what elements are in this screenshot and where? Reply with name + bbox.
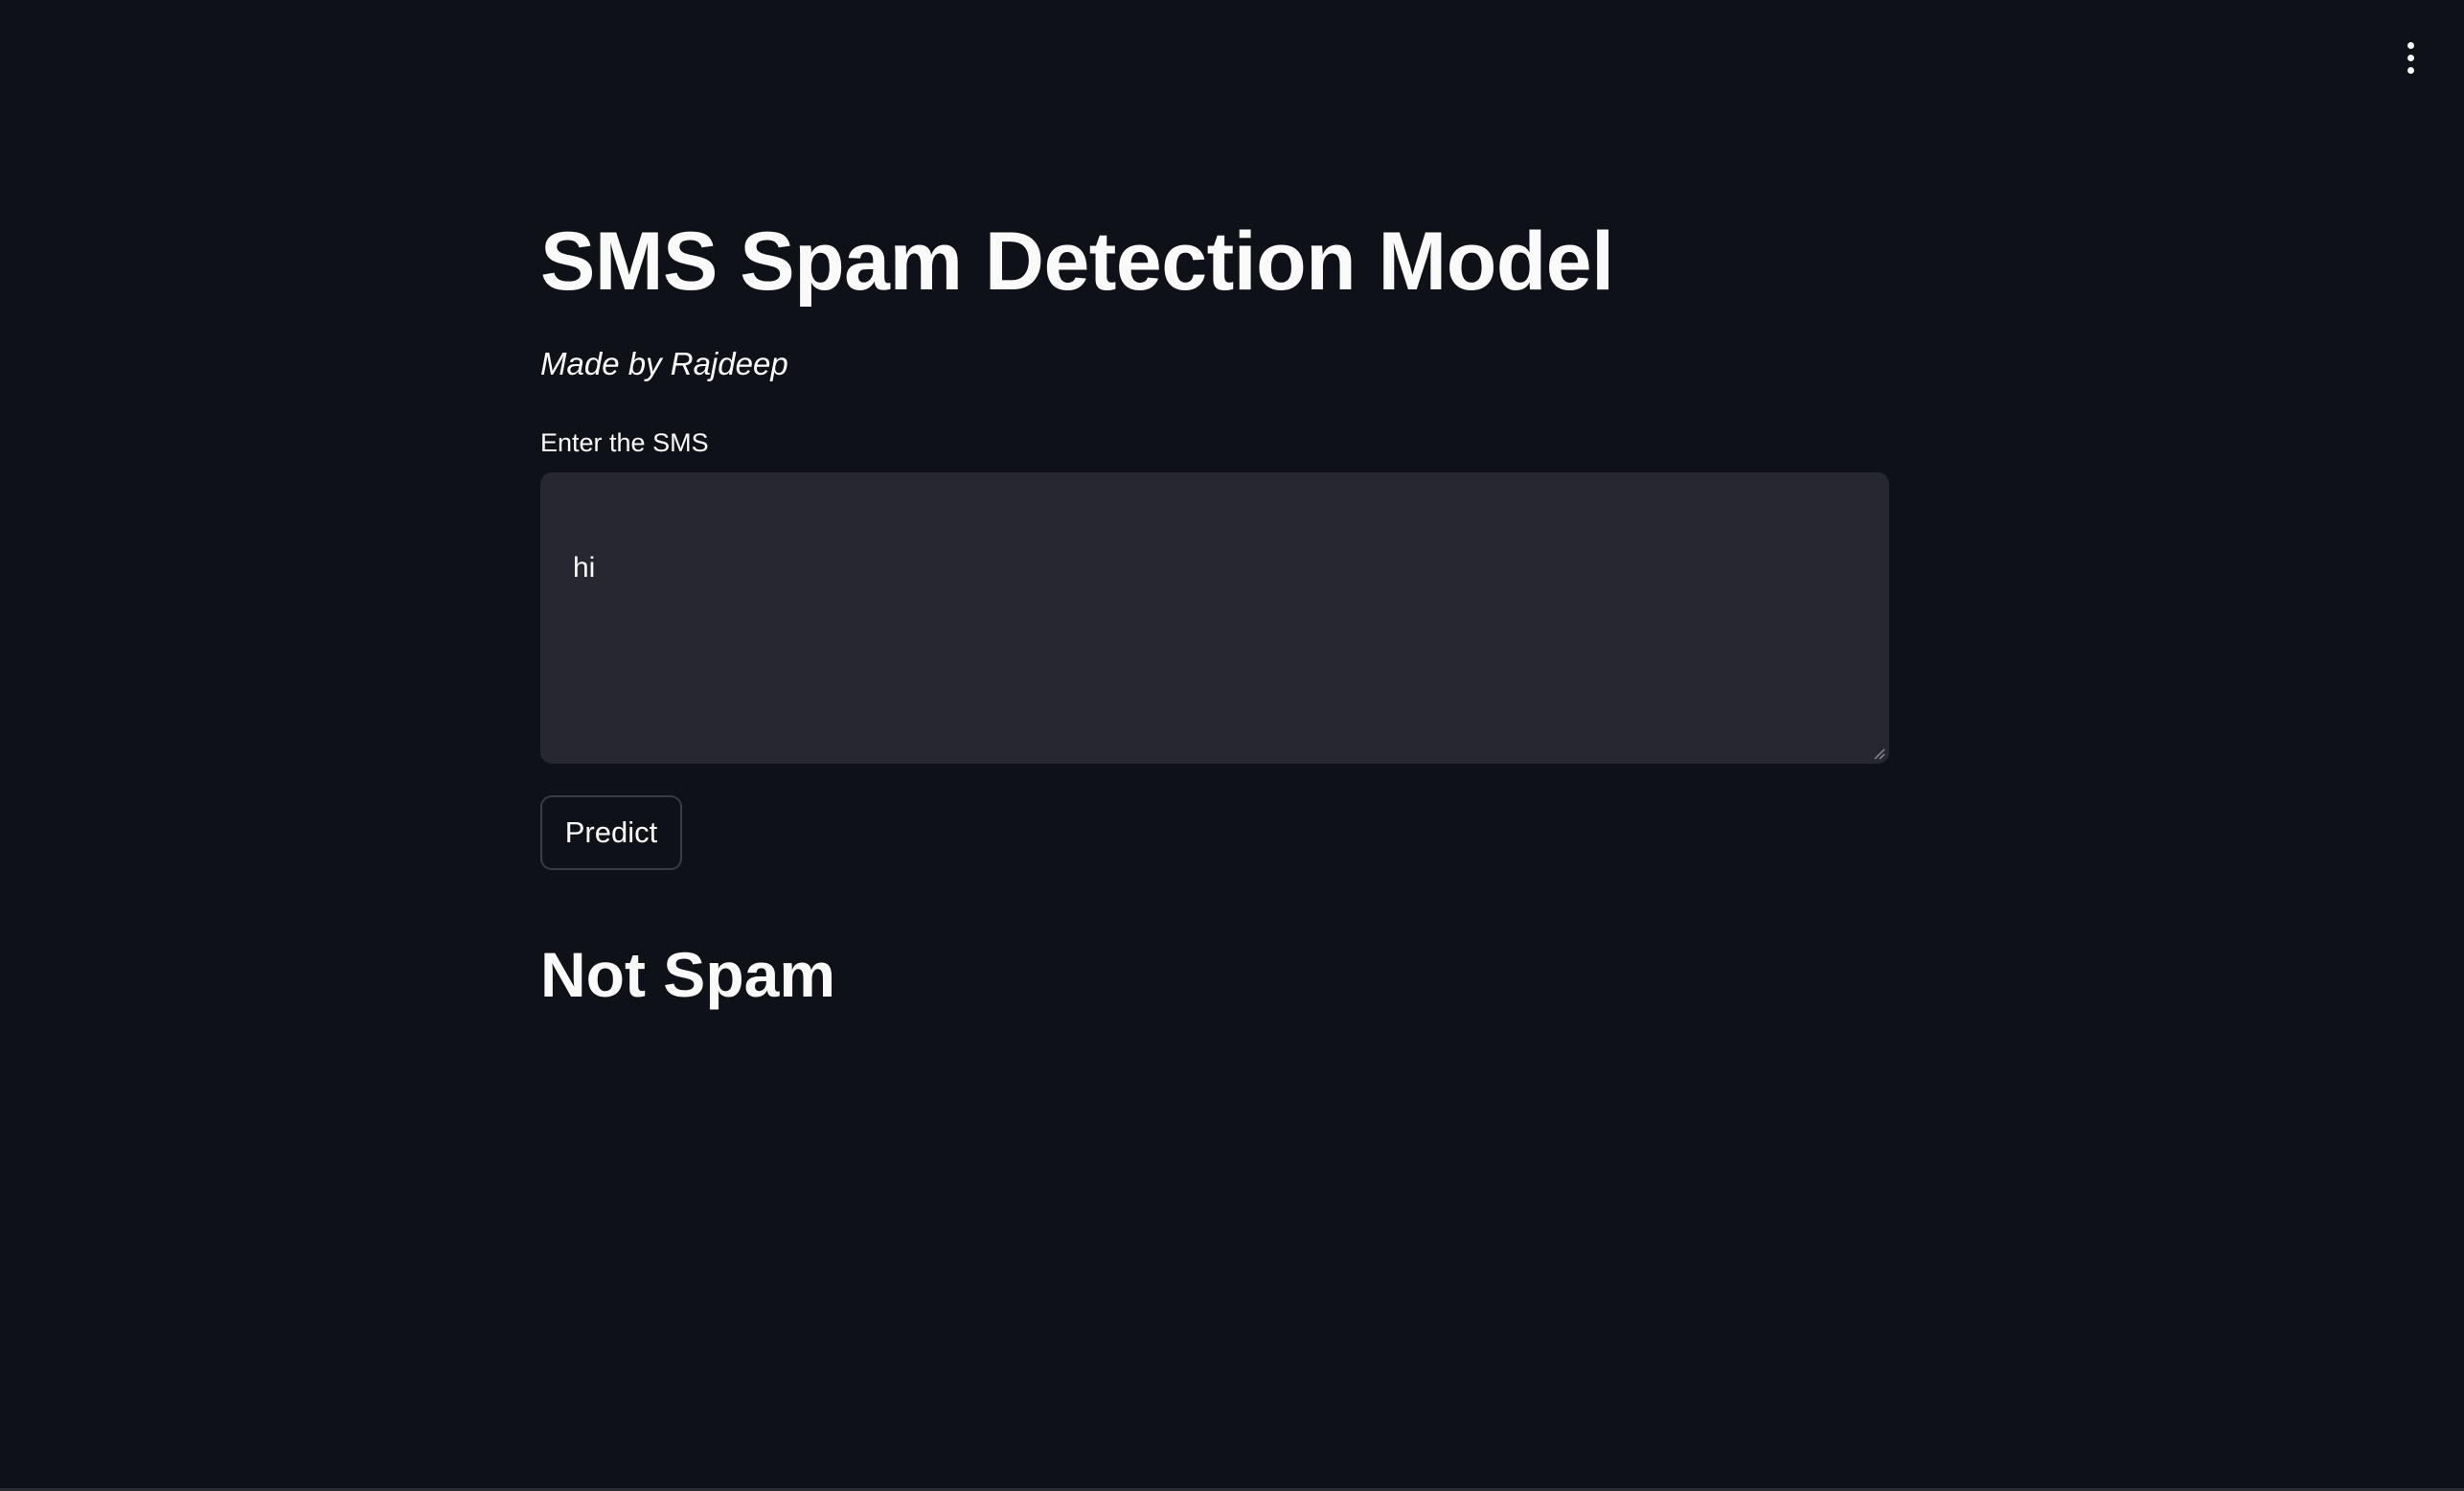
main-menu-button[interactable] (2384, 34, 2437, 80)
resize-handle-icon[interactable] (1872, 746, 1885, 760)
app-page: SMS Spam Detection Model Made by Rajdeep… (0, 0, 2464, 1491)
vertical-ellipsis-icon-dot (2407, 66, 2414, 74)
sms-input-label: Enter the SMS (540, 428, 709, 457)
page-title: SMS Spam Detection Model (540, 216, 1614, 308)
prediction-result: Not Spam (540, 939, 836, 1010)
sms-textarea-container[interactable]: hi (540, 472, 1889, 764)
author-subtitle: Made by Rajdeep (540, 346, 788, 381)
vertical-ellipsis-icon (2407, 41, 2414, 49)
predict-button[interactable]: Predict (540, 795, 682, 870)
sms-input[interactable]: hi (540, 472, 1889, 764)
vertical-ellipsis-icon-dot (2407, 54, 2414, 61)
